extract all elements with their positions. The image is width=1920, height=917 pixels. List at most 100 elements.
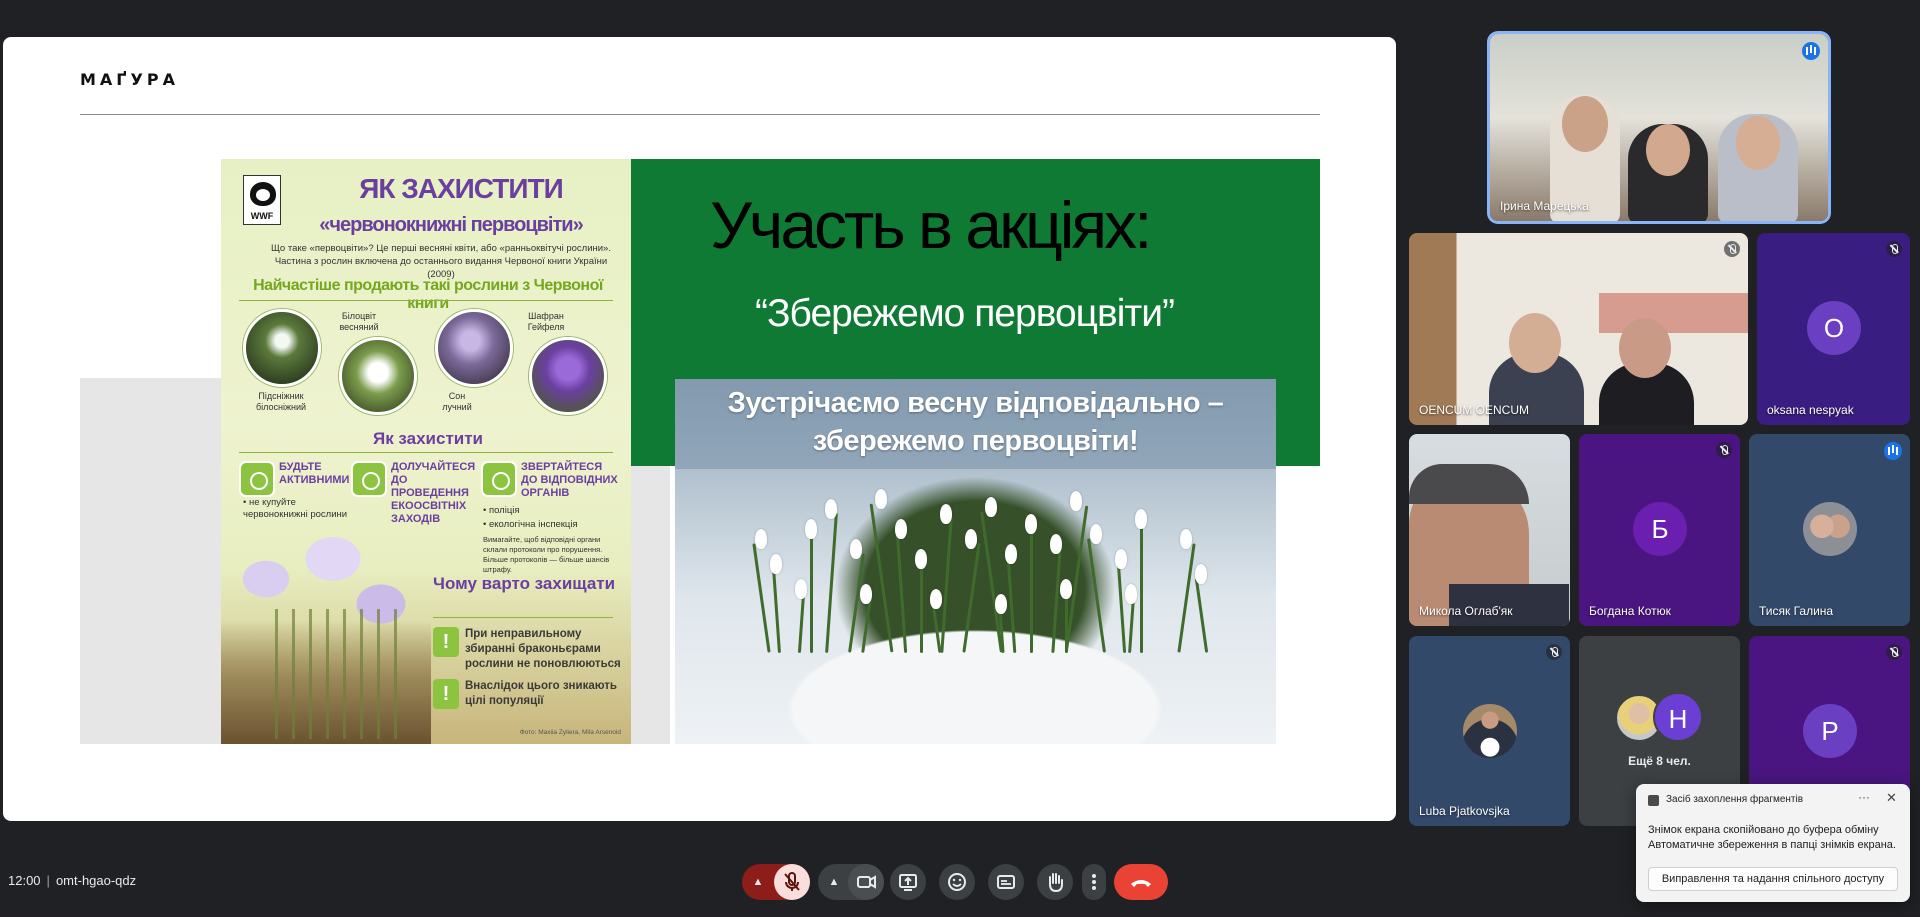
participant-name: Luba Pjatkovsjka: [1419, 804, 1510, 818]
participant-name: Микола Оглаб'як: [1419, 604, 1513, 618]
avatar: [1803, 502, 1857, 556]
tip-3-title: ЗВЕРТАЙТЕСЯ ДО ВІДПОВІДНИХ ОРГАНІВ: [521, 461, 618, 499]
snowdrop-stem: [940, 518, 953, 653]
snowdrop-bloom: [930, 589, 942, 609]
meeting-code: omt-hgao-qdz: [55, 873, 137, 888]
snowdrop-bloom: [965, 529, 977, 549]
participant-tile[interactable]: Luba Pjatkovsjka: [1409, 636, 1570, 826]
participant-tile[interactable]: Микола Оглаб'як: [1409, 434, 1570, 626]
tip-2-title: ДОЛУЧАЙТЕСЯ ДО ПРОВЕДЕННЯ ЕКООСВІТНІХ ЗА…: [391, 461, 476, 525]
end-call-button[interactable]: [1114, 864, 1168, 900]
snowdrop-stem: [1177, 543, 1196, 653]
plant-photo-pasqueflower: [435, 309, 513, 387]
exclamation-icon: !: [433, 627, 459, 657]
mic-toggle-button[interactable]: [774, 864, 810, 900]
camera-control[interactable]: ▲: [818, 864, 884, 900]
snowdrop-bloom: [805, 519, 817, 539]
snowdrop-stem: [1051, 548, 1062, 653]
notification-line-1: Знімок екрана скопійовано до буфера обмі…: [1648, 824, 1879, 836]
captions-icon: [997, 875, 1015, 889]
present-screen-button[interactable]: [890, 864, 926, 900]
camera-icon: [857, 875, 876, 889]
snowdrop-stem: [861, 598, 872, 653]
snowdrop-stem: [1087, 538, 1106, 653]
raise-hand-button[interactable]: [1037, 864, 1073, 900]
participant-tile[interactable]: Ірина Марецька: [1490, 34, 1828, 221]
photo-caption-1: Зустрічаємо весну відповідально –: [727, 387, 1224, 419]
snowdrop-bloom: [1060, 579, 1072, 599]
snowdrop-stem: [810, 533, 813, 653]
bookshelf: [1599, 293, 1748, 333]
avatar: O: [1807, 301, 1861, 355]
why-1: При неправильному збиранні браконьєрами …: [465, 628, 621, 670]
clock: 12:00: [8, 873, 41, 888]
chevron-up-icon[interactable]: ▲: [748, 864, 768, 900]
shared-presentation: МАҐУРА Участь в акціях: “Збережемо перво…: [3, 37, 1396, 821]
people-icon: [239, 461, 275, 497]
edit-and-share-button[interactable]: Виправлення та надання спільного доступу: [1648, 867, 1898, 891]
snowdrop-stem: [1128, 597, 1135, 654]
snowdrop-bloom: [915, 549, 927, 569]
snowdrop-photo: Зустрічаємо весну відповідально – збереж…: [675, 379, 1276, 744]
snowdrop-stem: [797, 592, 806, 654]
tip-3-note: Вимагайте, щоб відповідні органи склали …: [483, 535, 610, 574]
microphone-control[interactable]: ▲: [742, 864, 810, 900]
more-options-button[interactable]: [1082, 864, 1106, 900]
slide-divider: [80, 114, 1320, 115]
audio-indicator-icon: [1884, 442, 1902, 460]
exclamation-icon: !: [433, 679, 459, 709]
mic-off-icon: [1886, 241, 1902, 257]
snowdrop-bloom: [940, 504, 952, 524]
snowdrop-stem: [895, 533, 908, 653]
snowdrop-bloom: [850, 539, 862, 559]
plant-photo-snowdrop: [243, 309, 321, 387]
participant-tile[interactable]: OENCUM OENCUM: [1409, 233, 1748, 425]
participant-tile[interactable]: O oksana nespyak: [1757, 233, 1910, 425]
tip-1-title: БУДЬТЕ АКТИВНИМИ: [279, 461, 350, 486]
snowdrop-stem: [931, 603, 942, 653]
leaf-icon: [351, 461, 387, 497]
screenshot-notification: Засіб захоплення фрагментів ··· ✕ Знімок…: [1636, 784, 1910, 902]
close-icon[interactable]: ✕: [1886, 790, 1897, 806]
avatar: Н: [1653, 692, 1703, 742]
participant-face: [1509, 313, 1561, 373]
avatar: Б: [1633, 502, 1687, 556]
poster-subtitle: «червонокнижні первоцвіти»: [319, 214, 583, 236]
more-horizontal-icon[interactable]: ···: [1858, 790, 1870, 804]
snowdrop-bloom: [895, 519, 907, 539]
snowdrop-stem: [1116, 563, 1127, 653]
participant-name: OENCUM OENCUM: [1419, 403, 1529, 417]
plant-label: Білоцвіт весняний: [339, 311, 379, 332]
snowdrop-bloom: [860, 584, 872, 604]
photo-caption-2: збережемо первоцвіти!: [812, 425, 1139, 457]
snowdrop-stem: [752, 543, 771, 653]
participant-tile[interactable]: Тисяк Галина: [1749, 434, 1910, 626]
poster-rule: [433, 617, 613, 618]
plant-photo-snowflake: [339, 337, 417, 415]
snowdrop-bloom: [875, 489, 887, 509]
wwf-logo: WWF: [243, 175, 281, 225]
why-2: Внаслідок цього зникають цілі популяції: [465, 680, 617, 707]
participant-tile[interactable]: Б Богдана Котюк: [1579, 434, 1740, 626]
snowdrop-bloom: [795, 579, 807, 599]
poster-heading-protect: Як захистити: [372, 429, 484, 448]
reactions-button[interactable]: [939, 864, 975, 900]
present-icon: [899, 874, 917, 891]
hang-up-icon: [1131, 880, 1151, 887]
phone-icon: [481, 461, 517, 497]
participant-name: Тисяк Галина: [1759, 604, 1834, 618]
plant-photo-crocus: [529, 337, 607, 415]
camera-toggle-button[interactable]: [848, 864, 884, 900]
poster-intro-1: Що таке «первоцвіти»? Це перші весняні к…: [271, 243, 611, 254]
snowdrop-bloom: [985, 497, 997, 517]
emoji-icon: [948, 873, 966, 891]
snowdrop-bloom: [755, 529, 767, 549]
participant-name: Ірина Марецька: [1500, 199, 1589, 213]
snowdrop-bloom: [1005, 544, 1017, 564]
snowdrop-bloom: [1135, 509, 1147, 529]
mic-off-icon: [784, 872, 800, 891]
snowdrop-bloom: [1195, 564, 1207, 584]
chevron-up-icon[interactable]: ▲: [824, 864, 844, 900]
mic-off-icon: [1886, 644, 1902, 660]
captions-button[interactable]: [988, 864, 1024, 900]
